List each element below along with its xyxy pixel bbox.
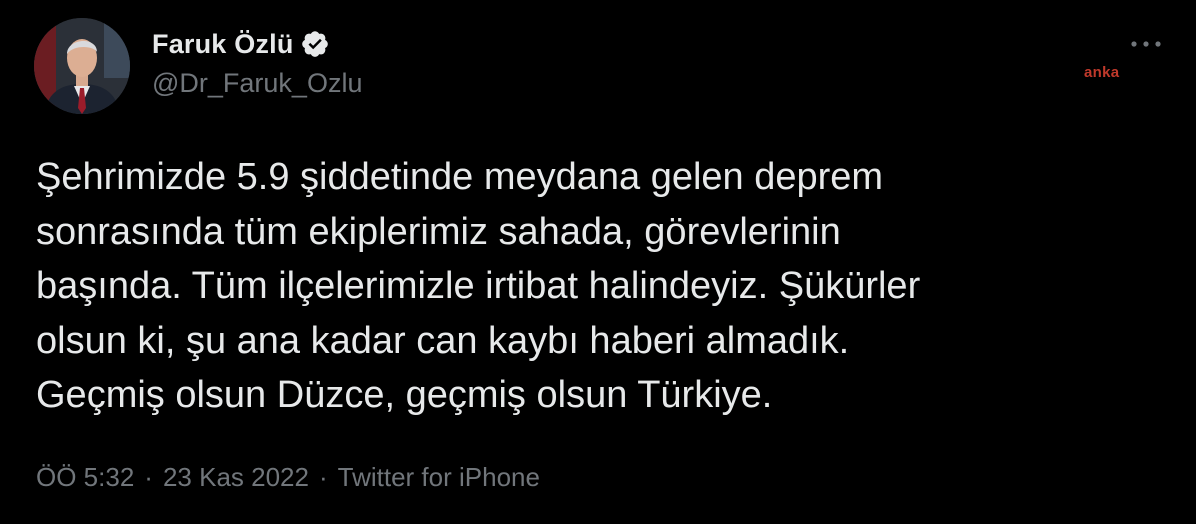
avatar[interactable] — [34, 18, 130, 114]
tweet-date[interactable]: 23 Kas 2022 — [163, 462, 309, 493]
author-display-name[interactable]: Faruk Özlü — [152, 29, 294, 60]
tweet-card: Faruk Özlü @Dr_Faruk_Ozlu anka Şehrimizd… — [0, 0, 1196, 524]
meta-separator: · — [318, 462, 328, 492]
more-dots-icon[interactable] — [1126, 30, 1166, 58]
tweet-time[interactable]: ÖÖ 5:32 — [36, 462, 134, 493]
tweet-text: Şehrimizde 5.9 şiddetinde meydana gelen … — [36, 156, 921, 416]
meta-separator: · — [144, 462, 153, 492]
watermark-logo: anka — [1084, 64, 1120, 81]
author-handle[interactable]: @Dr_Faruk_Ozlu — [152, 68, 362, 99]
author-name-row: Faruk Özlü — [152, 26, 330, 62]
profile-photo-icon — [34, 18, 130, 114]
tweet-source[interactable]: Twitter for iPhone — [338, 462, 540, 493]
verified-badge-icon — [300, 29, 330, 59]
tweet-meta: ÖÖ 5:32 · 23 Kas 2022 · Twitter for iPho… — [36, 462, 540, 493]
